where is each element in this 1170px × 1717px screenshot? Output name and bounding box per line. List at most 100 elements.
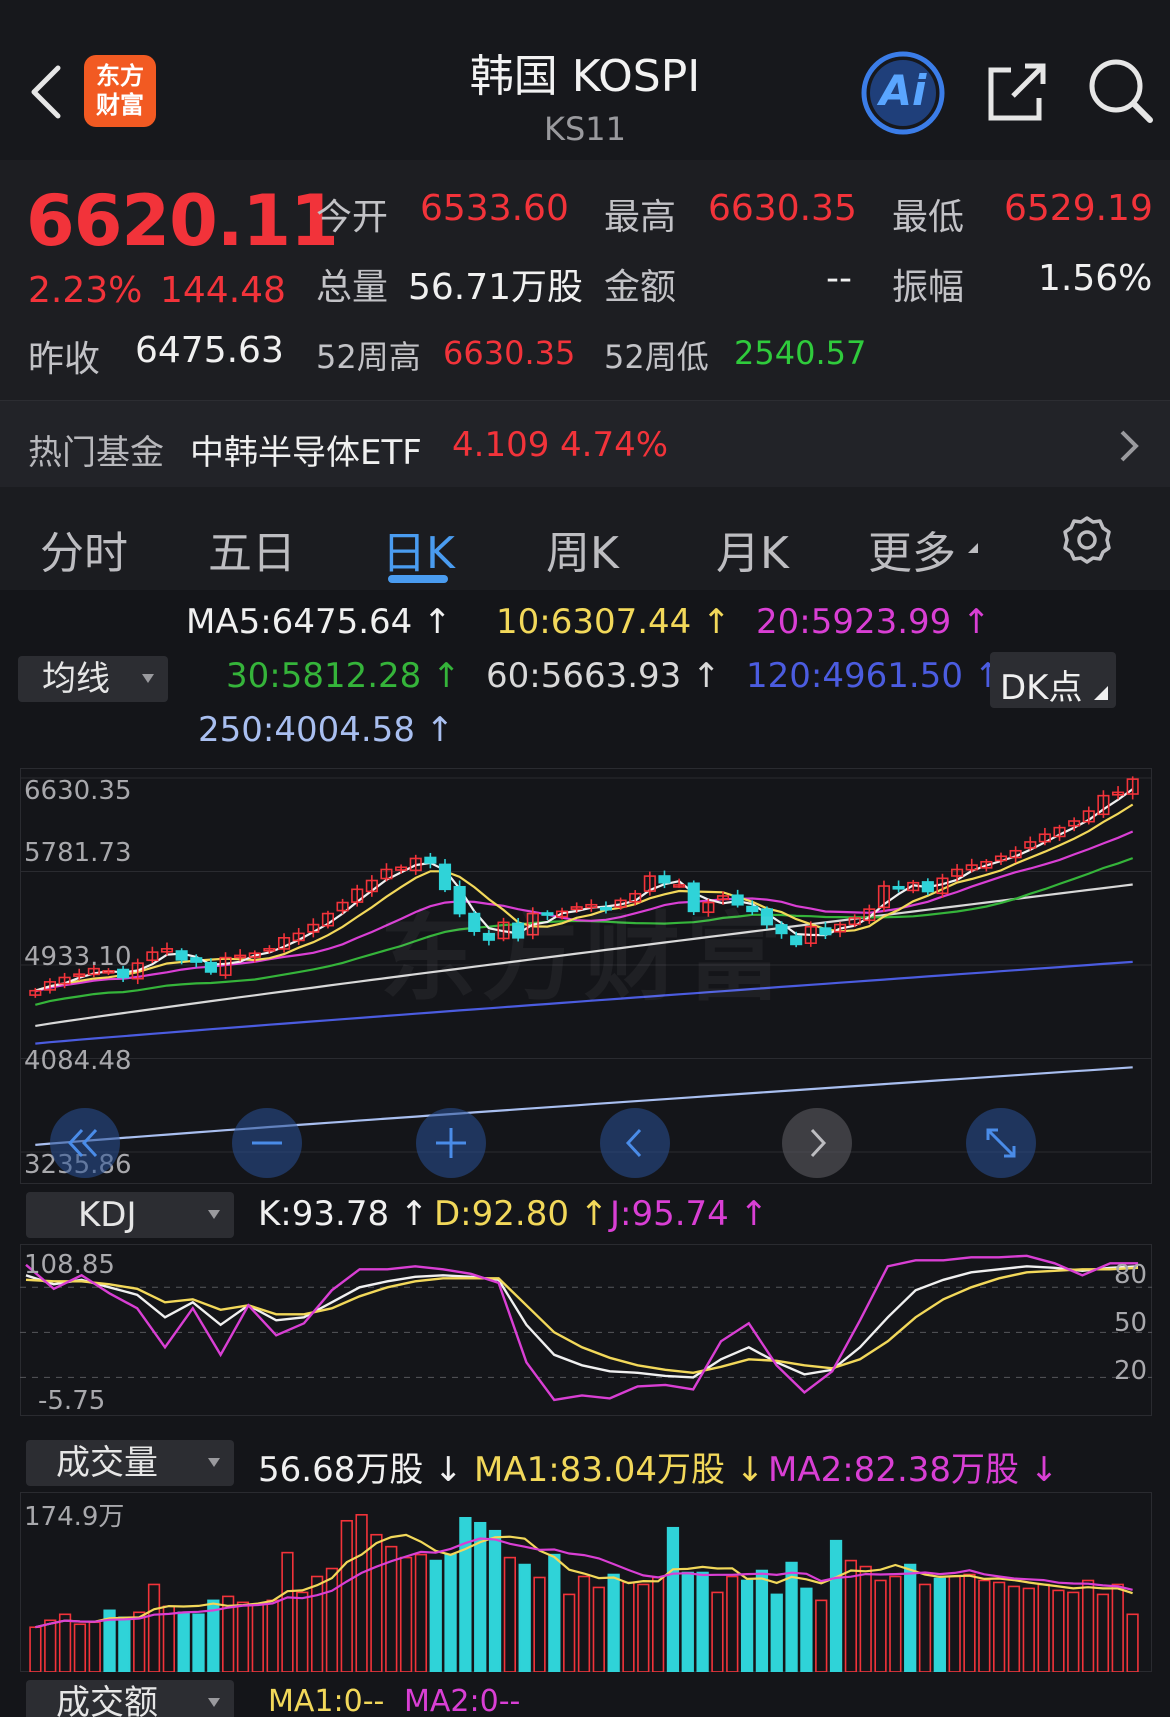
search-button[interactable] [1088, 58, 1154, 124]
volume-bar [444, 1553, 457, 1672]
move-left-button[interactable] [600, 1108, 670, 1178]
amount-label: 金额 [604, 267, 677, 308]
rewind-button[interactable] [50, 1108, 120, 1178]
ai-label: Ai [879, 66, 927, 115]
kdj-level-20: 20 [1114, 1356, 1148, 1386]
tab-weekly-k[interactable]: 周K [546, 517, 619, 581]
volume-ma1: MA1:83.04万股 ↓ [474, 1450, 765, 1490]
volume-selector[interactable]: 成交量 [26, 1440, 234, 1486]
ai-button[interactable]: Ai [860, 50, 946, 136]
low-label: 最低 [892, 197, 965, 238]
header-bar: 东方 财富 韩国 KOSPI KS11 Ai [0, 0, 1170, 160]
volume-bar [133, 1611, 146, 1672]
ma-selector-label: 均线 [42, 659, 110, 699]
change-pct: 2.23% [28, 270, 143, 311]
quote-panel: 6620.11 2.23% 144.48 昨收 6475.63 今开 6533.… [0, 160, 1170, 400]
kline-axis-label: 4933.10 [24, 942, 132, 972]
kdj-line-j [25, 1254, 1138, 1402]
volume-chart[interactable] [20, 1492, 1152, 1672]
hot-fund-pct: 4.74% [560, 425, 669, 465]
ma-legend-ma250: 250:4004.58 ↑ [198, 710, 455, 750]
zoom-in-button[interactable] [416, 1108, 486, 1178]
dropdown-icon [208, 1698, 220, 1707]
share-icon [988, 63, 1046, 121]
wk52-high-label: 52周高 [316, 338, 421, 376]
candle-body [921, 881, 934, 893]
settings-button[interactable] [1062, 515, 1112, 569]
hot-fund-bar[interactable]: 热门基金 中韩半导体ETF 4.109 4.74% [0, 400, 1170, 487]
period-tabs: 分时 五日 日K 周K 月K 更多 [0, 487, 1170, 590]
volume-bar [815, 1599, 828, 1672]
volume-bar [177, 1611, 190, 1672]
kdj-line-d [25, 1266, 1139, 1375]
volume-bar [918, 1583, 932, 1672]
volume-bar [859, 1565, 872, 1672]
volume-bar [1081, 1579, 1095, 1672]
open-value: 6533.60 [420, 188, 569, 229]
volume-bar [355, 1514, 368, 1672]
volume-bar [533, 1576, 546, 1672]
volume-bar [251, 1603, 264, 1672]
volume-bar [563, 1593, 576, 1672]
volume-bar [162, 1605, 175, 1672]
volume-bar [933, 1577, 946, 1672]
fullscreen-button[interactable] [966, 1108, 1036, 1178]
ma-legend-ma60: 60:5663.93 ↑ [486, 656, 721, 696]
tab-intraday[interactable]: 分时 [40, 517, 128, 581]
amount-selector[interactable]: 成交额 [26, 1680, 234, 1717]
volume-bar [948, 1575, 961, 1672]
kline-axis-label: 6630.35 [24, 776, 132, 806]
volume-bar [681, 1571, 694, 1672]
prev-close-label: 昨收 [28, 339, 101, 380]
volume-bar [340, 1519, 353, 1672]
tab-five-day[interactable]: 五日 [208, 517, 296, 581]
dk-point-button[interactable]: DK点 [990, 652, 1116, 708]
volume-bar [325, 1567, 339, 1672]
corner-triangle-icon [968, 543, 978, 553]
zoom-out-button[interactable] [232, 1108, 302, 1178]
move-right-button[interactable] [782, 1108, 852, 1178]
volume-bar [963, 1573, 976, 1672]
corner-triangle-icon [1094, 686, 1108, 700]
volume-bar [44, 1619, 57, 1672]
expand-icon [986, 1128, 1016, 1158]
kdj-axis-top: 108.85 [24, 1250, 115, 1280]
volume-axis-top: 174.9万 [24, 1502, 125, 1532]
tab-daily-k[interactable]: 日K [382, 517, 455, 581]
kdj-level-80: 80 [1114, 1260, 1148, 1290]
chart-frame [20, 1492, 1152, 1672]
candle-body [424, 856, 437, 864]
kdj-j-value: J:95.74 ↑ [610, 1194, 769, 1234]
volume-bar [829, 1539, 843, 1672]
volume-bar [236, 1601, 250, 1672]
volume-bar [370, 1533, 383, 1672]
amount-ma1: MA1:0-- [268, 1684, 385, 1717]
kdj-selector[interactable]: KDJ [26, 1192, 234, 1238]
volume-bar [1037, 1583, 1050, 1672]
chart-watermark: 东方财富 [380, 902, 788, 1014]
volume-bar [488, 1529, 502, 1672]
volume-bar [503, 1556, 517, 1672]
volume-bar [726, 1575, 739, 1672]
ma-selector[interactable]: 均线 [18, 656, 168, 702]
volume-bar [711, 1591, 724, 1672]
volume-bar [73, 1623, 87, 1672]
amount-value: -- [826, 258, 852, 299]
amount-ma2: MA2:0-- [404, 1684, 521, 1717]
tab-more[interactable]: 更多 [868, 517, 956, 581]
volume-bar [978, 1579, 991, 1672]
last-price: 6620.11 [26, 180, 339, 262]
volume-bar [310, 1575, 324, 1672]
volume-value: 56.71万股 [408, 267, 584, 308]
amount-selector-label: 成交额 [56, 1683, 158, 1717]
high-label: 最高 [604, 197, 677, 238]
volume-bar [1052, 1589, 1065, 1672]
tab-monthly-k[interactable]: 月K [716, 517, 789, 581]
volume-bar [740, 1579, 754, 1672]
chevron-right-icon [1118, 429, 1140, 467]
share-button[interactable] [985, 60, 1049, 124]
kdj-chart[interactable] [20, 1244, 1152, 1416]
plus-icon [436, 1128, 466, 1158]
hot-fund-name: 中韩半导体ETF [190, 433, 422, 473]
dropdown-icon [208, 1458, 220, 1467]
